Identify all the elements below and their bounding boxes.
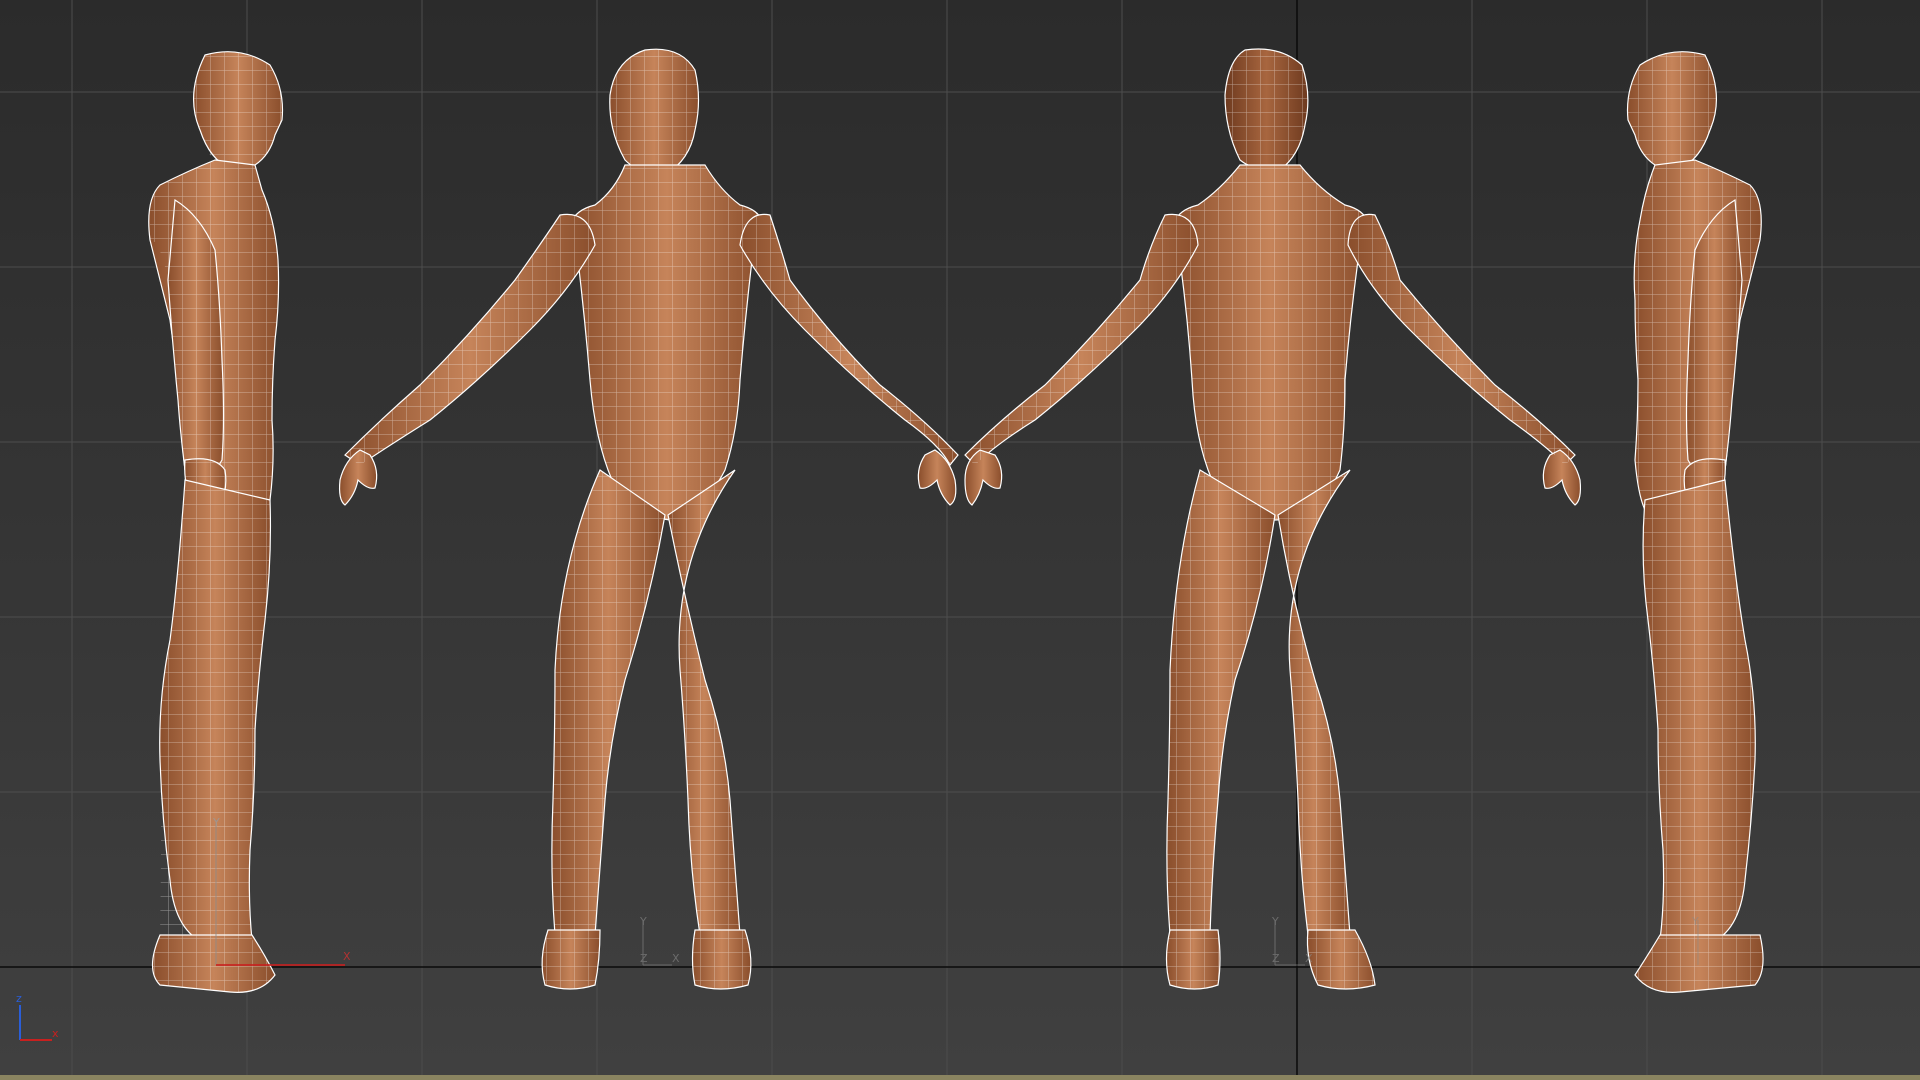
pivot-gizmo-figure-2: Y Z X <box>639 915 680 966</box>
orientation-gizmo: z x <box>16 992 59 1041</box>
figure-back[interactable] <box>960 40 1590 1000</box>
figure-front[interactable] <box>330 40 970 1000</box>
figure-side-left[interactable] <box>148 45 290 1000</box>
viewport-canvas[interactable]: Y X Y Z X Y Z X Y z x <box>0 0 1920 1080</box>
viewport-grid <box>0 0 1920 1075</box>
axis-label-x: X <box>1305 952 1313 965</box>
axis-label-z: Z <box>1272 952 1280 965</box>
gizmo-z-label: z <box>16 992 22 1005</box>
viewport-bottom-border <box>0 1075 1920 1080</box>
axis-label-x: X <box>672 952 680 965</box>
axis-label-y: Y <box>1691 915 1699 928</box>
axis-label-y: Y <box>639 915 647 928</box>
gizmo-x-label: x <box>52 1027 59 1040</box>
axis-label-z: Z <box>640 952 648 965</box>
axis-label-y: Y <box>212 816 220 829</box>
axis-label-y: Y <box>1271 915 1279 928</box>
3d-viewport[interactable]: Y X Y Z X Y Z X Y z x <box>0 0 1920 1080</box>
axis-label-x: X <box>343 950 351 963</box>
